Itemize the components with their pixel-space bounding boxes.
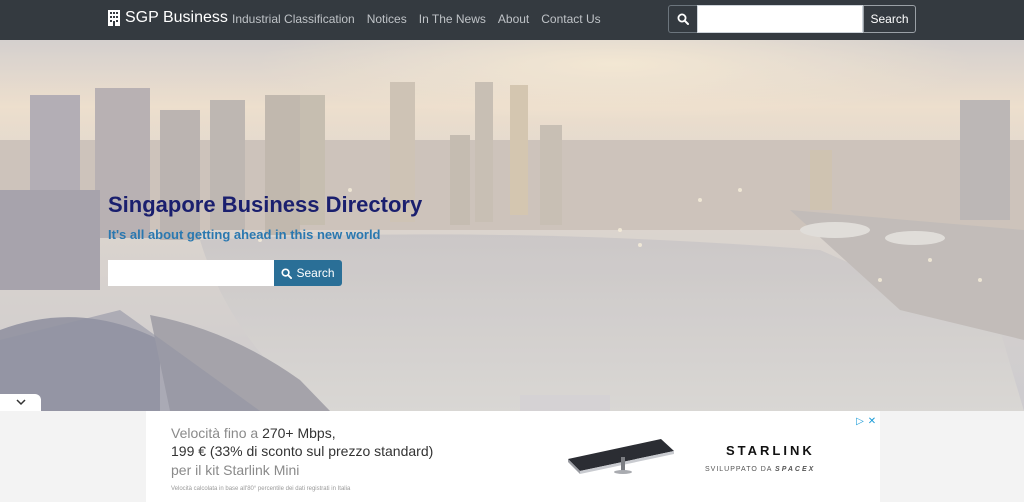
- hero-search-input[interactable]: [108, 260, 274, 286]
- ad-developed-by: SVILUPPATO DA: [705, 466, 773, 473]
- page-subtitle: It's all about getting ahead in this new…: [108, 227, 381, 242]
- spacex-logo: SPACEX: [775, 466, 816, 473]
- ad-headline: Velocità fino a 270+ Mbps,: [171, 425, 336, 441]
- nav-link-in-the-news[interactable]: In The News: [419, 12, 486, 26]
- navbar-search-input[interactable]: [697, 5, 863, 33]
- brand-name: SGP Business: [125, 9, 228, 26]
- ad-headline-highlight: 270+ Mbps,: [262, 425, 336, 441]
- hero-search: Search: [108, 260, 342, 286]
- ad-brand: STARLINK: [726, 443, 815, 458]
- ad-banner: Velocità fino a 270+ Mbps, 199 € (33% di…: [0, 411, 1024, 502]
- ad-developer: SVILUPPATO DA SPACEX: [705, 466, 815, 473]
- nav-link-about[interactable]: About: [498, 12, 529, 26]
- navbar-search: Search: [668, 5, 916, 33]
- ad-controls: ▷ ✕: [854, 415, 878, 427]
- chevron-down-icon: [15, 399, 26, 406]
- ad-headline-prefix: Velocità fino a: [171, 425, 263, 441]
- hero-search-button-label: Search: [296, 266, 335, 280]
- nav-link-contact-us[interactable]: Contact Us: [541, 12, 600, 26]
- ad-product-text: per il kit Starlink Mini: [171, 462, 300, 478]
- ad-fine-print: Velocità calcolata in base all'80° perce…: [171, 486, 351, 492]
- brand-link[interactable]: SGP Business: [108, 9, 228, 27]
- ad-collapse-button[interactable]: [0, 394, 41, 411]
- ad-choices-icon[interactable]: ▷: [854, 415, 866, 427]
- hero-search-button[interactable]: Search: [274, 260, 342, 286]
- building-icon: [108, 10, 120, 26]
- nav-links: Industrial Classification Notices In The…: [232, 12, 613, 26]
- starlink-dish-image: [568, 439, 674, 474]
- close-icon[interactable]: ✕: [866, 415, 878, 427]
- nav-link-industrial-classification[interactable]: Industrial Classification: [232, 12, 355, 26]
- city-skyline-background: [0, 40, 1024, 411]
- ad-content[interactable]: Velocità fino a 270+ Mbps, 199 € (33% di…: [146, 411, 880, 502]
- page-title: Singapore Business Directory: [108, 192, 423, 217]
- hero-section: Singapore Business Directory It's all ab…: [0, 40, 1024, 411]
- search-icon[interactable]: [668, 5, 697, 33]
- search-icon: [281, 267, 293, 279]
- nav-link-notices[interactable]: Notices: [367, 12, 407, 26]
- ad-price: 199 € (33% di sconto sul prezzo standard…: [171, 443, 434, 459]
- navbar-search-button[interactable]: Search: [863, 5, 916, 33]
- top-navbar: SGP Business Industrial Classification N…: [0, 0, 1024, 40]
